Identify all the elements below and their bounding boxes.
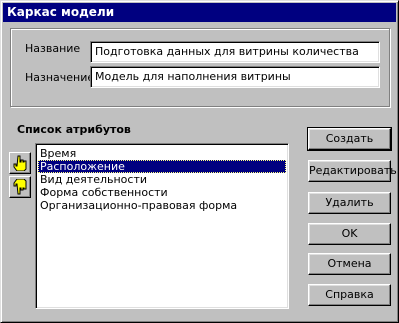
name-label: Название (25, 42, 81, 55)
list-item[interactable]: Форма собственности (38, 186, 286, 199)
purpose-field[interactable]: Модель для наполнения витрины (90, 66, 380, 88)
move-down-button[interactable] (9, 176, 31, 198)
list-item-selected[interactable]: Расположение (38, 160, 286, 173)
list-item[interactable]: Организационно-правовая форма (38, 199, 286, 212)
hand-pointing-down-icon (13, 179, 27, 195)
help-button[interactable]: Справка (308, 284, 391, 306)
delete-button[interactable]: Удалить (308, 192, 391, 214)
list-item[interactable]: Время (38, 147, 286, 160)
attribute-list-title: Список атрибутов (17, 123, 131, 136)
attribute-listbox[interactable]: Время Расположение Вид деятельности Форм… (35, 143, 289, 309)
list-item[interactable]: Вид деятельности (38, 173, 286, 186)
purpose-label: Назначение (25, 71, 95, 84)
ok-button[interactable]: OK (308, 223, 391, 245)
window-title[interactable]: Каркас модели (3, 3, 396, 22)
dialog-window: Каркас модели Название Подготовка данных… (0, 0, 399, 323)
edit-button[interactable]: Редактировать (308, 160, 397, 182)
hand-pointing-up-icon (13, 155, 27, 171)
create-button[interactable]: Создать (307, 127, 392, 151)
name-field[interactable]: Подготовка данных для витрины количества (90, 41, 380, 63)
move-up-button[interactable] (9, 152, 31, 174)
cancel-button[interactable]: Отмена (308, 253, 391, 275)
